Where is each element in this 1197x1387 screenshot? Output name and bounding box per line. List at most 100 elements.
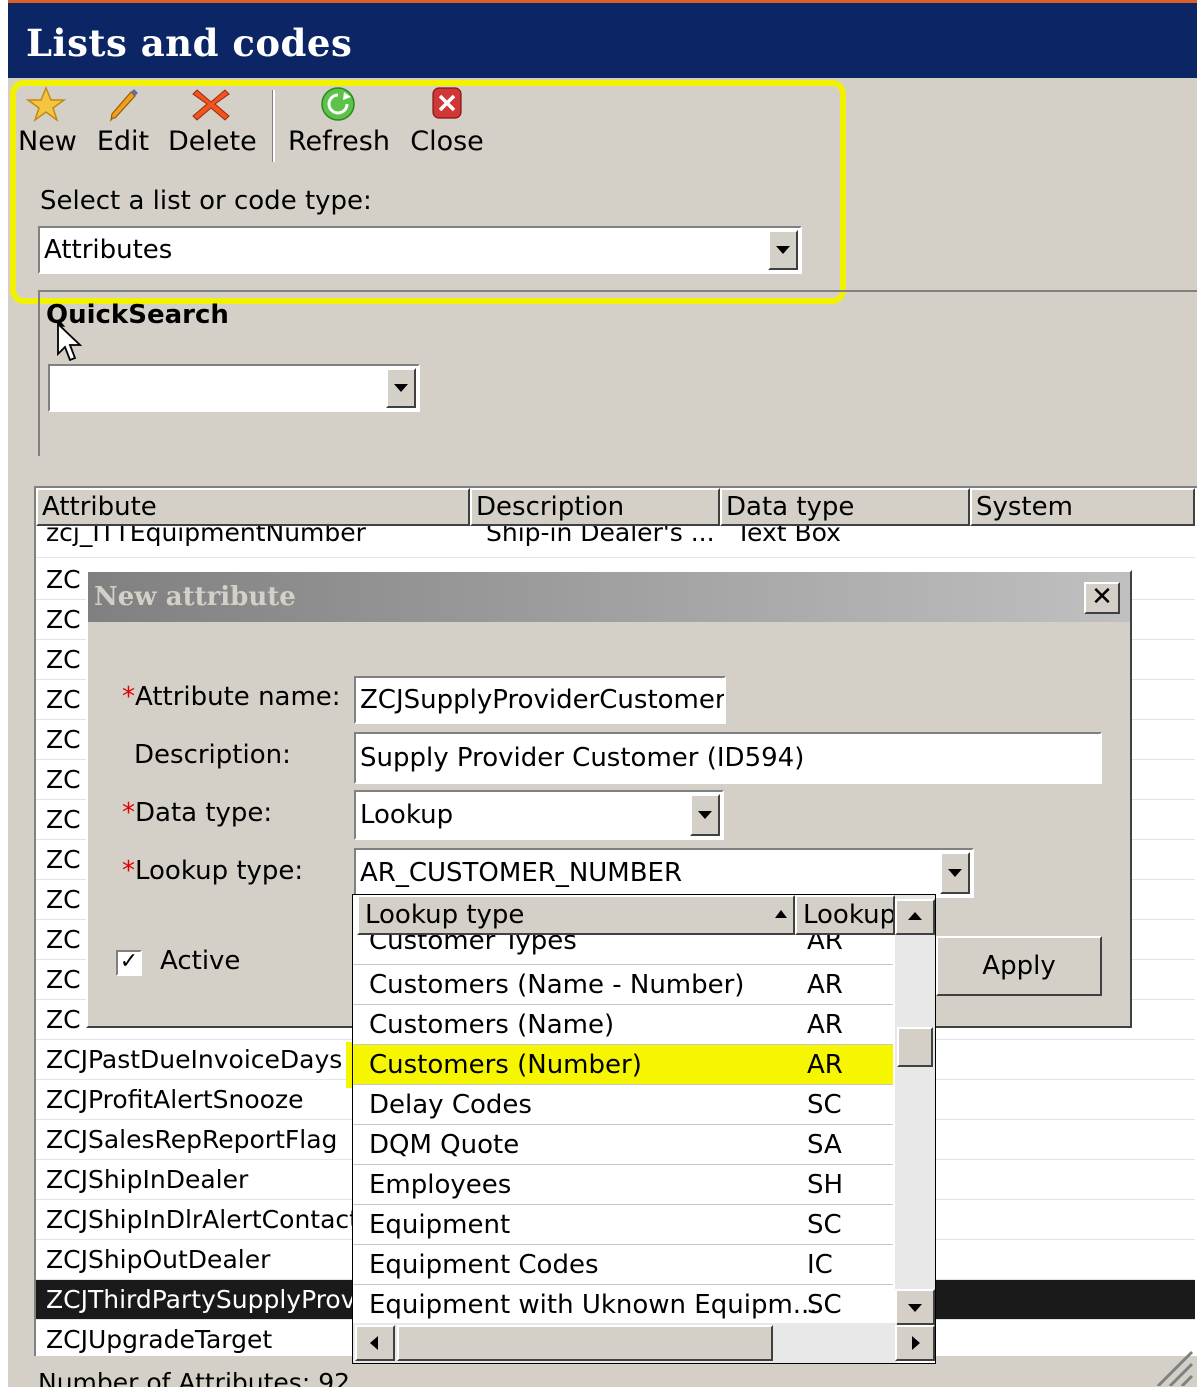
lookup-type-select[interactable]: AR_CUSTOMER_NUMBER [354, 848, 974, 898]
refresh-icon [321, 87, 355, 121]
cell-attribute: ZCJShipOutDealer [46, 1245, 271, 1274]
status-bar: Number of Attributes: 92 [8, 1362, 1197, 1387]
chevron-down-icon[interactable] [690, 794, 720, 836]
column-header-description[interactable]: Description [470, 488, 720, 526]
lookup-module: AR [807, 935, 843, 956]
quicksearch-input[interactable] [48, 364, 420, 412]
cell-attribute: ZC [46, 725, 81, 754]
list-item-highlighted[interactable]: Customers (Number) AR [353, 1045, 893, 1085]
scroll-right-icon[interactable] [895, 1325, 935, 1361]
list-item[interactable]: Equipment Codes IC [353, 1245, 893, 1285]
lookup-module: SC [807, 1090, 842, 1120]
lookup-module: AR [807, 1010, 843, 1040]
list-item[interactable]: Equipment with Uknown Equipm... SC [353, 1285, 893, 1325]
cell-attribute: ZC [46, 925, 81, 954]
delete-label: Delete [168, 126, 257, 157]
resize-grip-icon[interactable] [1150, 1346, 1194, 1386]
active-checkbox[interactable]: ✓ [116, 950, 142, 976]
data-type-label: *Data type: [122, 798, 272, 828]
data-type-value: Lookup [360, 800, 454, 830]
chevron-down-icon[interactable] [386, 368, 416, 408]
table-row[interactable]: zcj_ITTEquipmentNumber Ship-in Dealer's … [36, 526, 1195, 558]
column-header-attribute[interactable]: Attribute [36, 488, 470, 526]
list-item[interactable]: Equipment SC [353, 1205, 893, 1245]
data-type-label-text: Data type: [135, 798, 273, 828]
lookup-name: Customer Types [369, 935, 577, 956]
delete-x-icon [192, 89, 230, 121]
title-bar: Lists and codes [8, 0, 1197, 78]
lookup-module: AR [807, 970, 843, 1000]
horizontal-scroll-thumb[interactable] [397, 1325, 773, 1361]
lookup-name: Equipment Codes [369, 1250, 599, 1280]
cell-attribute: ZC [46, 685, 81, 714]
column-header-system[interactable]: System [970, 488, 1195, 526]
required-marker: * [122, 682, 135, 712]
description-value: Supply Provider Customer (ID594) [360, 743, 805, 773]
scroll-up-icon[interactable] [895, 899, 935, 935]
scroll-down-icon[interactable] [895, 1289, 935, 1325]
list-item[interactable]: Customer Types AR [353, 935, 893, 965]
horizontal-scrollbar[interactable] [353, 1323, 897, 1363]
data-type-select[interactable]: Lookup [354, 790, 724, 840]
lookup-module: SA [807, 1130, 842, 1160]
lookup-name: Equipment with Uknown Equipm... [369, 1290, 818, 1320]
scroll-thumb[interactable] [897, 1027, 933, 1067]
list-item[interactable]: Customers (Name) AR [353, 1005, 893, 1045]
edit-button[interactable]: Edit [94, 86, 152, 166]
column-header-data-type[interactable]: Data type [720, 488, 970, 526]
cell-attribute: ZCJSalesRepReportFlag [46, 1125, 338, 1154]
delete-button[interactable]: Delete [168, 86, 257, 166]
lookup-type-label: *Lookup type: [122, 856, 303, 886]
dialog-title-bar[interactable]: New attribute ✕ [88, 572, 1130, 622]
cell-attribute: ZC [46, 845, 81, 874]
cell-attribute: ZC [46, 965, 81, 994]
dropdown-column-lookup[interactable]: Lookup [795, 895, 895, 935]
list-item[interactable]: Customers (Name - Number) AR [353, 965, 893, 1005]
window-edge [0, 0, 8, 1387]
cell-attribute: ZC [46, 605, 81, 634]
refresh-button[interactable]: Refresh [288, 86, 390, 166]
list-item[interactable]: Employees SH [353, 1165, 893, 1205]
cell-attribute: ZCJThirdPartySupplyProv [46, 1285, 356, 1314]
vertical-scrollbar[interactable] [895, 895, 935, 1325]
close-icon: ✕ [1091, 582, 1113, 612]
lookup-type-label-text: Lookup type: [135, 856, 304, 886]
apply-button[interactable]: Apply [936, 936, 1102, 996]
cell-attribute: ZC [46, 565, 81, 594]
chevron-down-icon[interactable] [940, 852, 970, 894]
lookup-type-value: AR_CUSTOMER_NUMBER [360, 858, 683, 888]
lookup-type-dropdown-list[interactable]: Lookup type Lookup Customer Types AR Cus… [352, 894, 936, 1364]
attribute-name-field[interactable]: ZCJSupplyProviderCustomer [354, 676, 726, 724]
refresh-label: Refresh [288, 126, 390, 157]
lookup-module: SH [807, 1170, 844, 1200]
lookup-name: Employees [369, 1170, 512, 1200]
cell-attribute: ZCJUpgradeTarget [46, 1325, 273, 1354]
cell-attribute: ZC [46, 645, 81, 674]
chevron-down-icon[interactable] [768, 230, 798, 270]
active-label: Active [160, 946, 241, 976]
attribute-name-label: *Attribute name: [122, 682, 341, 712]
new-button[interactable]: New [18, 86, 77, 166]
lookup-name: Equipment [369, 1210, 511, 1240]
mouse-cursor-icon [57, 322, 83, 362]
list-item[interactable]: Delay Codes SC [353, 1085, 893, 1125]
dialog-close-button[interactable]: ✕ [1084, 582, 1120, 614]
close-icon [432, 87, 462, 119]
list-type-select[interactable]: Attributes [38, 226, 802, 274]
cell-data-type: Text Box [736, 526, 841, 547]
cell-attribute: ZCJPastDueInvoiceDays [46, 1045, 343, 1074]
dialog-title: New attribute [94, 582, 296, 612]
lookup-name: Customers (Name) [369, 1010, 615, 1040]
list-item[interactable]: DQM Quote SA [353, 1125, 893, 1165]
description-field[interactable]: Supply Provider Customer (ID594) [354, 732, 1102, 784]
cell-attribute: ZC [46, 885, 81, 914]
lookup-module: IC [807, 1250, 833, 1280]
dropdown-column-lookup-type[interactable]: Lookup type [357, 895, 795, 935]
scroll-left-icon[interactable] [355, 1325, 395, 1361]
cell-attribute: ZCJShipInDlrAlertContact [46, 1205, 359, 1234]
close-button[interactable]: Close [410, 86, 484, 166]
cell-attribute: ZC [46, 765, 81, 794]
attribute-name-value: ZCJSupplyProviderCustomer [360, 685, 726, 715]
close-label: Close [410, 126, 484, 157]
cell-attribute: ZC [46, 805, 81, 834]
